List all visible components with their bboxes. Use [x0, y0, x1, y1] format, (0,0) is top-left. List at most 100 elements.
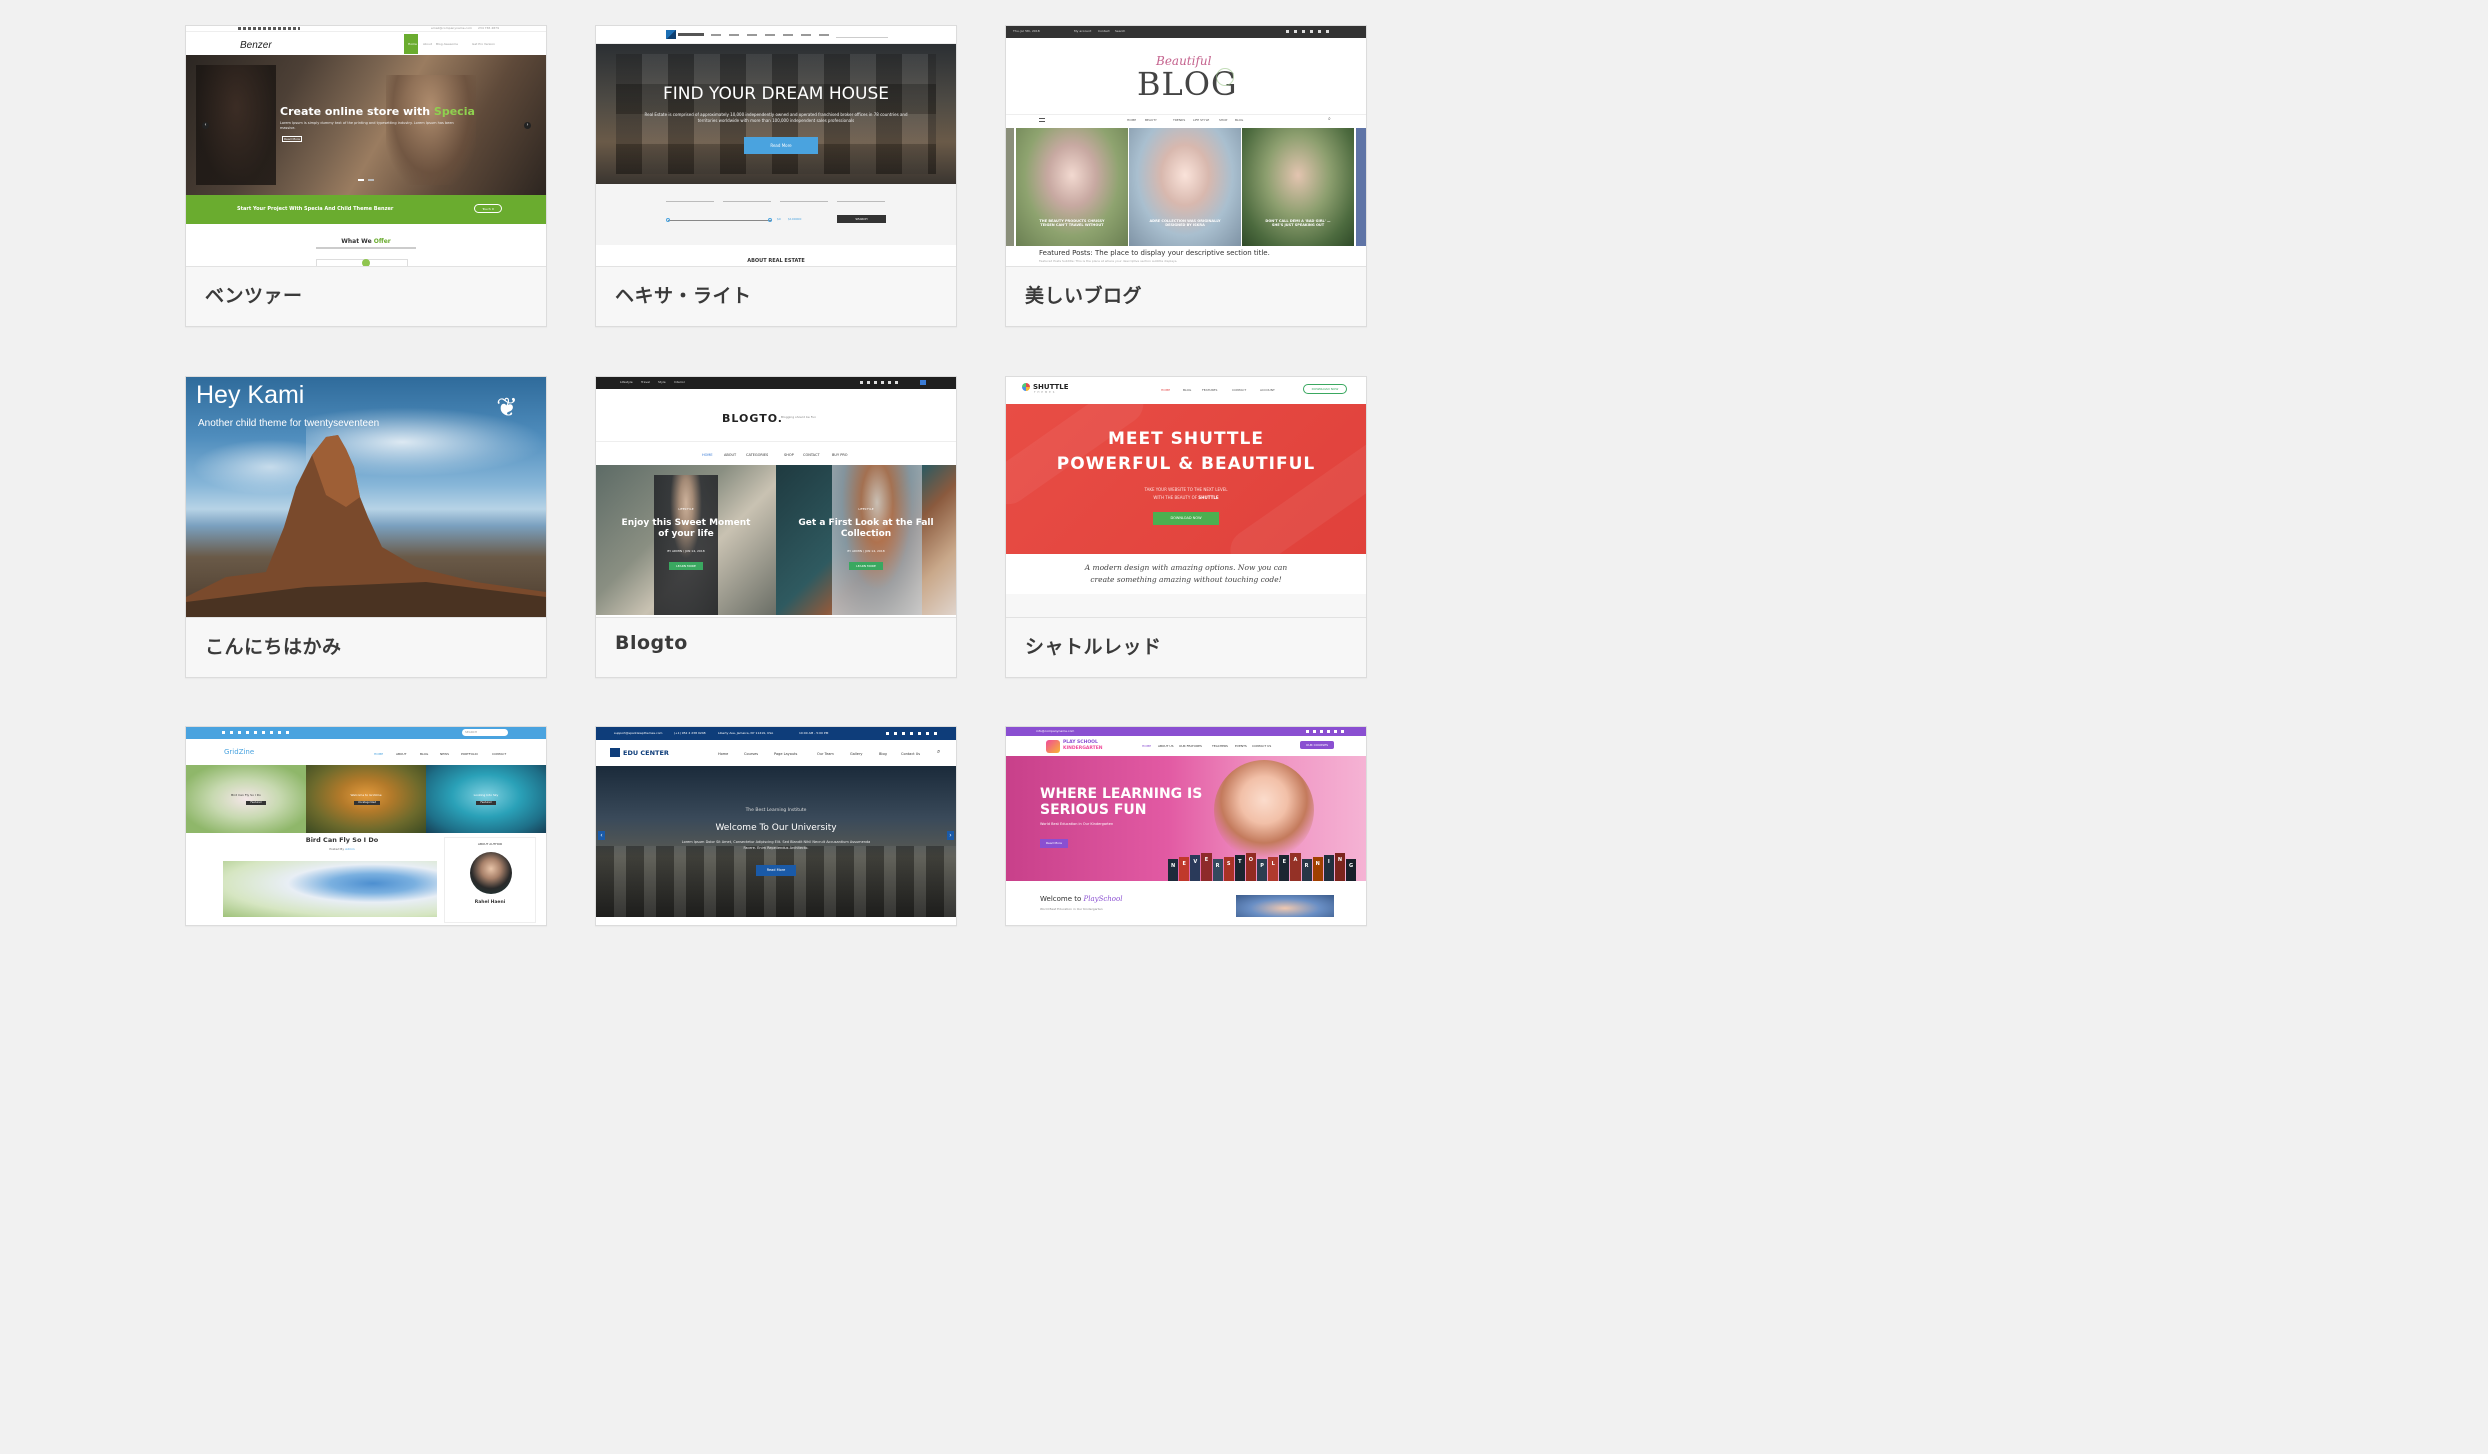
theme-screenshot[interactable]: Thu, Jul 5th, 2018 My account Contact Se…: [1006, 26, 1366, 266]
preview-search-button: SEARCH: [837, 215, 886, 223]
preview-logo: SHUTTLE: [1033, 383, 1069, 391]
preview-social-icons: [886, 732, 940, 735]
preview-nav-item: CONTACT: [1232, 388, 1247, 392]
preview-nav-item: ACCOUNT: [1260, 388, 1275, 392]
preview-phone: 234 765 4879: [478, 26, 499, 30]
preview-nav-item: CONTACT US: [1252, 744, 1272, 748]
preview-book-letter: P: [1257, 859, 1268, 881]
preview-book-letter: E: [1179, 857, 1190, 881]
preview-text: Lorem Ipsum Dolor Sit Amet, Consectetur …: [681, 840, 871, 850]
preview-post-title: Get a First Look at the Fall Collection: [798, 518, 934, 539]
preview-book-letters: NEVERSTOPLEARNING: [1168, 852, 1357, 881]
theme-card-hexa-lite[interactable]: FIND YOUR DREAM HOUSE Real Estate is com…: [595, 25, 957, 327]
preview-nav-item: LIFE STYLE: [1193, 118, 1210, 122]
preview-price-max: $100000: [788, 217, 802, 221]
preview-author-avatar: [470, 852, 512, 894]
preview-logo: PLAY SCHOOL: [1063, 740, 1098, 745]
preview-email: info@companyname.com: [1036, 729, 1075, 733]
preview-topbar: email@companyname.com 234 765 4879: [186, 26, 546, 32]
preview-logo-2: KINDERGARTEN: [1063, 746, 1103, 751]
preview-topbar: Lifestyle Travel Style Interior: [596, 377, 956, 389]
theme-screenshot[interactable]: Hey Kami Another child theme for twentys…: [186, 377, 546, 617]
preview-featured-subtitle: Featured Posts Subtitle: This is the pla…: [1039, 259, 1178, 263]
preview-child-image: [1214, 760, 1314, 860]
preview-hero: The Best Learning Institute Welcome To O…: [596, 766, 956, 917]
preview-cta-strip: Start Your Project With Specia And Child…: [186, 195, 546, 224]
theme-screenshot[interactable]: support@sparklewpthemes.com (+1) 952 4 2…: [596, 727, 956, 925]
preview-quote-section: A modern design with amazing options. No…: [1006, 554, 1366, 617]
preview-headline-2: POWERFUL & BEAUTIFUL: [1056, 454, 1316, 474]
preview-nav-item: EVENTS: [1235, 744, 1247, 748]
theme-screenshot[interactable]: email@companyname.com 234 765 4879 Benze…: [186, 26, 546, 266]
preview-headline-2: SERIOUS FUN: [1040, 802, 1147, 818]
preview-slide-title: Welcome to Gridzine: [350, 793, 382, 797]
theme-name-bar: こんにちはかみ: [186, 617, 546, 677]
theme-name-bar: ベンツァー: [186, 266, 546, 326]
preview-post-left: LIFESTYLE Enjoy this Sweet Moment of you…: [596, 465, 776, 615]
preview-nav-item: TRENDS: [1173, 118, 1186, 122]
preview-subtext-prefix: WITH THE BEAUTY OF: [1153, 495, 1199, 500]
preview-tagline: Blogging should be Fun: [781, 415, 817, 419]
preview-phone: (+1) 952 4 238 0248: [674, 731, 706, 735]
preview-welcome-text: Welcome to: [1040, 895, 1084, 903]
theme-screenshot[interactable]: SEARCH GridZine HOME ABOUT BLOG NEWS POR…: [186, 727, 546, 925]
preview-nav-item: ABOUT US: [1158, 744, 1174, 748]
preview-book-letter: N: [1312, 857, 1323, 881]
preview-featured-title: Featured Posts: The place to display you…: [1039, 249, 1270, 257]
preview-post-image: [1016, 128, 1128, 246]
preview-topbar: Thu, Jul 5th, 2018 My account Contact Se…: [1006, 26, 1366, 38]
preview-nav-item: ABOUT: [724, 453, 737, 457]
preview-hero: WHERE LEARNING IS SERIOUS FUN World Best…: [1006, 756, 1366, 881]
preview-book-letter: I: [1323, 855, 1334, 881]
preview-cta-button: Touch it: [474, 204, 502, 213]
theme-screenshot[interactable]: info@companyname.com PLAY SCHOOL KINDERG…: [1006, 727, 1366, 925]
theme-screenshot[interactable]: Lifestyle Travel Style Interior BLOGTO. …: [596, 377, 956, 617]
preview-top-link: Contact: [1098, 29, 1110, 33]
theme-card-hey-kami[interactable]: Hey Kami Another child theme for twentys…: [185, 376, 547, 678]
theme-card-blogto[interactable]: Lifestyle Travel Style Interior BLOGTO. …: [595, 376, 957, 678]
preview-post-meta-label: Posted By: [329, 847, 346, 851]
preview-post-meta: BY ADMIN / JUN 14, 2018: [847, 549, 885, 553]
preview-nav-item: SHOP: [1219, 118, 1228, 122]
preview-hero: FIND YOUR DREAM HOUSE Real Estate is com…: [596, 44, 956, 184]
preview-post-title: DON'T CALL DEMI A 'BAD GIRL' — SHE'S JUS…: [1265, 219, 1331, 227]
preview-nav-item: ABOUT: [396, 752, 407, 756]
preview-nav-item: FEATURES: [1202, 388, 1218, 392]
preview-nav-item: HOME: [1142, 744, 1152, 748]
preview-topbar: info@companyname.com: [1006, 727, 1366, 736]
preview-post-title: Enjoy this Sweet Moment of your life: [621, 518, 751, 539]
theme-card-play-school[interactable]: info@companyname.com PLAY SCHOOL KINDERG…: [1005, 726, 1367, 926]
preview-sidebar-title: ABOUT AUTHOR: [477, 842, 503, 846]
theme-screenshot[interactable]: SHUTTLE THEMES HOME BLOG FEATURES CONTAC…: [1006, 377, 1366, 617]
preview-headline-accent: Specia: [433, 105, 475, 118]
theme-name: シャトルレッド: [1025, 636, 1162, 658]
preview-nav-item: Courses: [744, 752, 759, 756]
preview-logo-icon: [1022, 383, 1030, 391]
theme-card-beautiful-blog[interactable]: Thu, Jul 5th, 2018 My account Contact Se…: [1005, 25, 1367, 327]
theme-card-shuttle-red[interactable]: SHUTTLE THEMES HOME BLOG FEATURES CONTAC…: [1005, 376, 1367, 678]
preview-headline: WHERE LEARNING IS: [1040, 786, 1203, 802]
theme-name-bar: Blogto: [596, 617, 956, 677]
preview-headline-text: Create online store with: [280, 105, 434, 118]
preview-sidebar: ABOUT AUTHOR Rahel Haeni: [444, 837, 536, 923]
preview-nav-item: Our Team: [817, 752, 834, 756]
preview-welcome-script: PlaySchool: [1083, 895, 1123, 903]
preview-nav-item: NEWS: [440, 752, 450, 756]
preview-search-icon: ⌕: [937, 748, 941, 755]
theme-card-gridzine[interactable]: SEARCH GridZine HOME ABOUT BLOG NEWS POR…: [185, 726, 547, 926]
theme-name: こんにちはかみ: [205, 636, 342, 658]
preview-post-image: [223, 861, 437, 917]
preview-top-link: Interior: [674, 380, 685, 384]
preview-button: Read More: [744, 137, 818, 154]
preview-nav-item: Page Layouts: [774, 752, 798, 756]
theme-name-bar: シャトルレッド: [1006, 617, 1366, 677]
preview-nav-item: Blog Awesome: [436, 42, 458, 46]
theme-card-benzer[interactable]: email@companyname.com 234 765 4879 Benze…: [185, 25, 547, 327]
preview-button: Read More: [756, 865, 796, 876]
preview-slide: Looking Into Sky Featured: [426, 765, 546, 833]
preview-post-button: LEARN MORE: [669, 562, 703, 570]
preview-deer-icon: ❦: [496, 393, 518, 423]
theme-name: ベンツァー: [205, 285, 303, 307]
theme-card-edu-center[interactable]: support@sparklewpthemes.com (+1) 952 4 2…: [595, 726, 957, 926]
theme-screenshot[interactable]: FIND YOUR DREAM HOUSE Real Estate is com…: [596, 26, 956, 266]
